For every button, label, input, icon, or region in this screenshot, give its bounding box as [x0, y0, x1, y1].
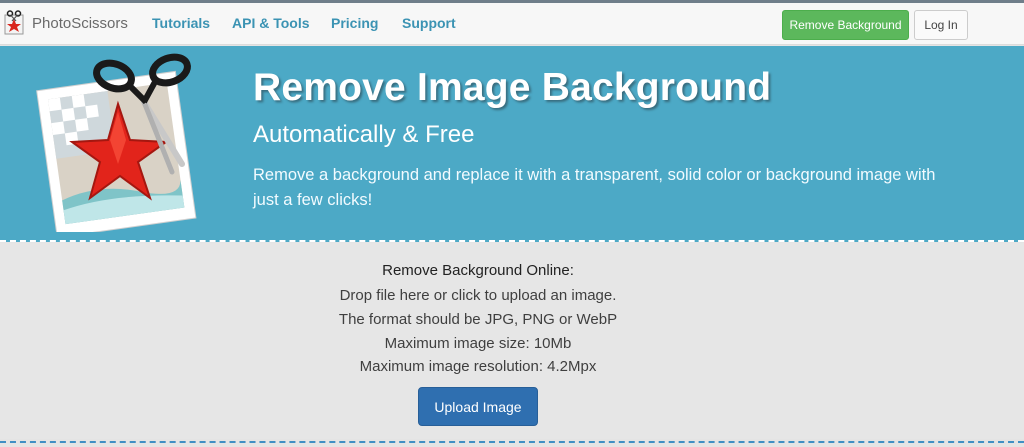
upload-resolution-note: Maximum image resolution: 4.2Mpx — [359, 358, 597, 375]
hero-divider — [0, 240, 1024, 242]
upload-size-note: Maximum image size: 10Mb — [384, 335, 572, 352]
brand-link[interactable]: PhotoScissors — [4, 9, 128, 37]
brand-name: PhotoScissors — [32, 14, 128, 32]
nav-link-tutorials[interactable]: Tutorials — [152, 15, 210, 31]
nav-link-pricing[interactable]: Pricing — [331, 15, 378, 31]
login-button[interactable]: Log In — [914, 10, 968, 40]
upload-heading: Remove Background Online: — [382, 262, 574, 279]
upload-instruction: Drop file here or click to upload an ima… — [339, 287, 617, 304]
hero-subtitle: Automatically & Free — [253, 121, 475, 148]
photoscissors-logo-icon — [4, 10, 24, 35]
upload-format-note: The format should be JPG, PNG or WebP — [338, 311, 618, 328]
scissors-starfish-illustration — [36, 53, 197, 232]
hero-title: Remove Image Background — [253, 66, 772, 109]
remove-background-button[interactable]: Remove Background — [782, 10, 909, 40]
nav-link-support[interactable]: Support — [402, 15, 456, 31]
hero-description: Remove a background and replace it with … — [253, 166, 936, 209]
upload-divider — [0, 441, 1024, 443]
upload-image-button[interactable]: Upload Image — [418, 387, 538, 426]
navbar: PhotoScissors Tutorials API & Tools Pric… — [0, 3, 1024, 45]
nav-link-api-tools[interactable]: API & Tools — [232, 15, 310, 31]
